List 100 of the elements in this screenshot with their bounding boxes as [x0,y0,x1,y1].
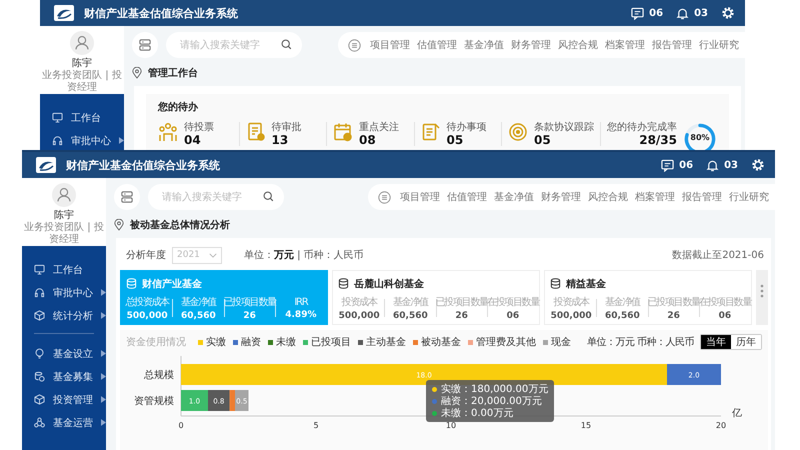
nav-link[interactable]: 行业研究 [727,190,771,204]
axis-tick-label: 20 [716,421,726,430]
legend-label[interactable]: 实缴 [206,335,226,349]
legend-label[interactable]: 管理费及其他 [476,335,536,349]
message-icon[interactable] [661,158,674,172]
message-count: 06 [649,8,664,18]
bar-segment[interactable] [181,364,667,385]
bar-segment[interactable] [208,390,230,411]
stat-label: 已投项目数量 [436,296,488,309]
menu-item[interactable]: 工作台 [22,258,106,281]
menu-button[interactable] [114,184,140,210]
todo-label: 待办事项 [446,122,486,133]
bulb-icon [34,348,45,359]
tooltip-text: 融资：20,000.00万元 [441,394,542,408]
stat-value: 500,000 [338,311,380,321]
bell-icon[interactable] [706,158,720,172]
legend-label[interactable]: 主动基金 [366,335,406,349]
avatar-icon[interactable] [70,31,94,55]
nav-link[interactable]: 财务管理 [539,190,583,204]
menu-icon[interactable] [378,190,391,204]
nav-link[interactable]: 基金净值 [492,190,536,204]
search-icon[interactable] [281,39,292,50]
breadcrumb: 被动基金总体情况分析 [130,218,230,232]
app-title: 财信产业基金估值综合业务系统 [84,6,238,20]
menu-item[interactable]: 基金募集 [22,365,106,388]
monitor-icon [34,264,45,275]
user-role: 业务投资团队 | 投资经理 [24,222,104,246]
menu-icon[interactable] [348,38,361,52]
stat-value: 60,560 [181,311,216,321]
checklist-icon [420,122,440,142]
caret-icon [119,137,124,144]
nav-link[interactable]: 财务管理 [509,38,553,52]
menu-item[interactable]: 审批中心 [40,129,124,150]
fund-card[interactable]: 岳麓山科创基金 投资成本 500,000 基金净值 60,560 已投项目数量 26 在投项目数量 06 [332,270,540,325]
nav-link[interactable]: 档案管理 [633,190,677,204]
menu-button[interactable] [132,32,158,58]
legend-label[interactable]: 被动基金 [421,335,461,349]
bell-icon[interactable] [676,6,690,20]
headset-icon [34,287,45,298]
menu-item[interactable]: 统计分析 [22,304,106,327]
settings-icon[interactable] [751,158,765,172]
todo-count[interactable]: 13 [272,133,302,147]
legend-label[interactable]: 已投项目 [311,335,351,349]
message-icon[interactable] [631,6,644,20]
fund-title: 精益基金 [566,278,606,290]
location-icon [132,67,142,79]
list-icon [139,39,151,51]
stat-label: IRR [294,296,308,308]
menu-item[interactable]: 工作台 [40,106,124,129]
stat-value: 06 [718,311,732,321]
stat-label: 总投资成本 [125,296,169,309]
people-icon [34,417,45,428]
toggle-button[interactable]: 当年 [701,335,731,349]
nav-link[interactable]: 项目管理 [398,190,442,204]
y-axis [180,356,182,416]
tooltip-text: 未缴：0.00万元 [441,406,514,420]
cube-icon [34,310,45,321]
fund-card[interactable]: 精益基金 投资成本 500,000 基金净值 60,560 已投项目数量 26 在投项目数量 06 [544,270,752,325]
legend-label[interactable]: 现金 [551,335,571,349]
todo-count[interactable]: 05 [446,133,486,147]
nav-link[interactable]: 估值管理 [415,38,459,52]
todo-count[interactable]: 05 [534,133,594,147]
menu-item[interactable]: 投资管理 [22,388,106,411]
location-icon [114,219,124,231]
todo-count[interactable]: 08 [359,133,399,147]
nav-link[interactable]: 估值管理 [445,190,489,204]
unit-note: 单位：万元 币种：人民币 [586,336,694,349]
category-label: 总规模 [144,370,174,381]
chart-title: 资金使用情况 [126,336,186,349]
panel-title: 您的待办 [158,100,199,114]
todo-count[interactable]: 04 [184,133,214,147]
stat-value: 26 [667,311,680,321]
settings-icon[interactable] [721,6,735,20]
menu-item[interactable]: 审批中心 [22,281,106,304]
toggle-button[interactable]: 历年 [731,335,761,349]
avatar-icon[interactable] [52,183,76,207]
nav-link[interactable]: 基金净值 [462,38,506,52]
menu-item[interactable]: 基金运营 [22,411,106,434]
people-icon [158,122,178,142]
nav-link[interactable]: 风控合规 [586,190,630,204]
nav-link[interactable]: 项目管理 [368,38,412,52]
search-field[interactable]: 请输入搜索关键字 [166,32,302,58]
coins-icon [34,371,45,382]
stat-label: 已投项目数量 [648,296,700,309]
fund-title: 岳麓山科创基金 [354,278,424,290]
nav-link[interactable]: 报告管理 [650,38,694,52]
menu-item[interactable]: 基金设立 [22,342,106,365]
search-icon[interactable] [263,191,274,202]
scroll-handle[interactable] [756,270,768,325]
todo-label: 条款协议跟踪 [534,122,594,133]
legend-label[interactable]: 融资 [241,335,261,349]
caret-icon [101,289,106,296]
search-field[interactable]: 请输入搜索关键字 [148,184,284,210]
notification-count: 03 [694,8,708,18]
nav-link[interactable]: 报告管理 [680,190,724,204]
nav-link[interactable]: 风控合规 [556,38,600,52]
chevron-icon [209,252,217,258]
nav-link[interactable]: 行业研究 [697,38,741,52]
legend-label[interactable]: 未缴 [276,335,296,349]
nav-link[interactable]: 档案管理 [603,38,647,52]
